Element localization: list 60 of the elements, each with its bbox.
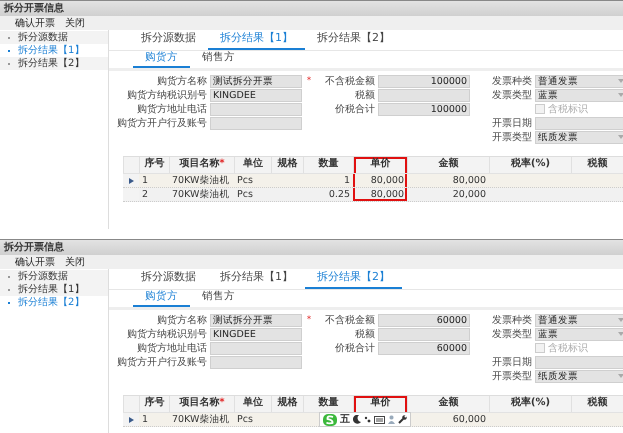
column-header: 规格: [271, 157, 303, 173]
column-header: 单位: [234, 396, 271, 412]
column-header: 项目名称*: [169, 157, 234, 173]
table-cell-text: 1: [141, 174, 150, 187]
field-label: 购货方地址电话: [136, 342, 207, 355]
column-header: 单价: [353, 396, 407, 412]
field-label: 开票日期: [491, 116, 532, 130]
column-header: 税额: [571, 396, 623, 412]
field-label: 税额: [354, 88, 375, 102]
required-mark: *: [306, 315, 312, 325]
field-label: 购货方开户行及账号: [116, 116, 207, 130]
table-cell: 80,000: [353, 174, 407, 187]
field-label: 税额: [354, 328, 375, 341]
required-mark: *: [219, 158, 225, 169]
column-header: 数量: [303, 157, 353, 173]
required-mark: *: [306, 76, 312, 86]
table-cell-text: 20,000: [452, 188, 487, 201]
field-label: 发票类型: [491, 88, 532, 102]
field-label: 开票类型: [491, 370, 532, 383]
window-title: 拆分开票信息: [0, 1, 623, 16]
column-header: 税率(%): [489, 157, 571, 173]
column-header: 税额: [571, 157, 623, 173]
field-label: 不含税金额: [324, 314, 375, 327]
field-label: 发票类型: [491, 328, 532, 341]
table-cell-text: 1: [141, 413, 150, 426]
table-cell-text: 70KW柴油机: [171, 413, 230, 426]
window-title: 拆分开票信息: [0, 240, 623, 255]
column-header: 序号: [139, 396, 169, 412]
table-cell-text: 60,000: [452, 413, 487, 426]
column-header: 规格: [271, 396, 303, 412]
field-label: 购货方名称: [156, 74, 207, 88]
column-header: 序号: [139, 157, 169, 173]
table-cell-text: 0.25: [328, 188, 351, 201]
table-cell-text: Pcs: [236, 188, 254, 201]
field-label: 购货方纳税识别号: [126, 88, 207, 102]
field-label: 购货方开户行及账号: [116, 356, 207, 369]
field-label: 发票种类: [491, 74, 532, 88]
column-header: 金额: [407, 157, 489, 173]
field-label: 开票类型: [491, 130, 532, 144]
table-cell-text: Pcs: [236, 413, 254, 426]
table-cell-text: 80,000: [452, 174, 487, 187]
table-cell-text: 2: [141, 188, 150, 201]
field-label: 价税合计: [334, 102, 375, 116]
field-label: 不含税金额: [324, 74, 375, 88]
field-label: 购货方名称: [156, 314, 207, 327]
field-label: 开票日期: [491, 356, 532, 369]
field-label: 价税合计: [334, 342, 375, 355]
required-mark: *: [219, 397, 225, 408]
field-label: 发票种类: [491, 314, 532, 327]
table-cell: 80,000: [353, 188, 407, 201]
table-cell-text: 70KW柴油机: [171, 174, 230, 187]
column-header: 单价: [353, 157, 407, 173]
column-header: 项目名称*: [169, 396, 234, 412]
column-header: 税率(%): [489, 396, 571, 412]
table-cell-text: Pcs: [236, 174, 254, 187]
field-label: 购货方纳税识别号: [126, 328, 207, 341]
field-label: 购货方地址电话: [136, 102, 207, 116]
table-cell-text: 70KW柴油机: [171, 188, 230, 201]
table-cell-text: 1: [342, 174, 351, 187]
column-header: 单位: [234, 157, 271, 173]
